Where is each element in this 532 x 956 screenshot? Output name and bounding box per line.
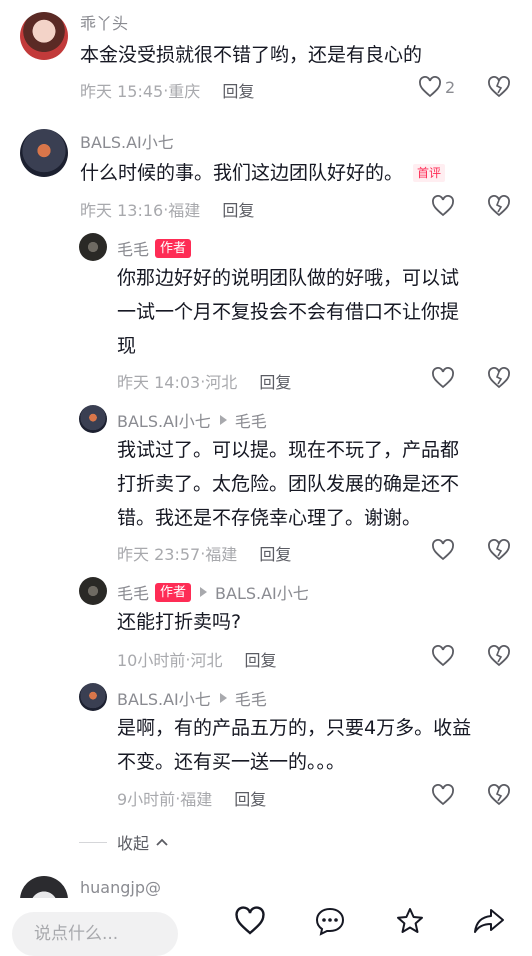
- like-icon[interactable]: [431, 645, 455, 667]
- reply-arrow-icon: [219, 415, 227, 425]
- avatar[interactable]: [79, 683, 107, 711]
- comment-icon[interactable]: [314, 906, 346, 936]
- dislike-icon[interactable]: [487, 367, 511, 389]
- reply-text: 还能打折卖吗?: [117, 605, 241, 639]
- collapse-label: 收起: [117, 834, 150, 853]
- comment-input[interactable]: 说点什么...: [12, 912, 178, 956]
- comment-meta: 昨天 23:57 · 福建 回复: [117, 541, 291, 565]
- reply-arrow-icon: [200, 587, 208, 597]
- comment-time: 昨天 15:45: [80, 82, 164, 101]
- reply-button[interactable]: 回复: [259, 541, 291, 565]
- avatar[interactable]: [20, 12, 68, 60]
- text-line: 不变。还有买一送一的。。。: [117, 751, 346, 773]
- avatar[interactable]: [20, 129, 68, 177]
- dislike-icon[interactable]: [487, 539, 511, 561]
- comment-time: 昨天 13:16: [80, 201, 164, 220]
- dislike-icon[interactable]: [487, 645, 511, 667]
- username[interactable]: BALS.AI小七: [117, 408, 211, 432]
- username[interactable]: BALS.AI小七: [117, 686, 211, 710]
- reply-header: BALS.AI小七 毛毛: [117, 408, 267, 432]
- reply-button[interactable]: 回复: [222, 78, 254, 102]
- star-icon[interactable]: [394, 906, 426, 936]
- reply-text: 你那边好好的说明团队做的好哦，可以试 一试一个月不复投会不会有借口不让你提 现: [117, 261, 459, 363]
- reply-text: 是啊，有的产品五万的，只要4万多。收益 不变。还有买一送一的。。。: [117, 711, 471, 779]
- comment-location: 福建: [180, 790, 213, 809]
- comment-time: 昨天 23:57: [117, 545, 201, 564]
- dislike-icon[interactable]: [487, 784, 511, 806]
- reply-header: BALS.AI小七 毛毛: [117, 686, 267, 710]
- comment-time: 9小时前: [117, 790, 176, 809]
- author-badge: 作者: [155, 238, 192, 258]
- reply-to-username[interactable]: BALS.AI小七: [215, 580, 309, 604]
- text-line: 还能打折卖吗?: [117, 611, 242, 633]
- comment-meta: 9小时前 · 福建 回复: [117, 786, 266, 810]
- divider: [79, 841, 107, 843]
- reply-to-username[interactable]: 毛毛: [235, 408, 267, 432]
- comment-meta: 昨天 14:03 · 河北 回复: [117, 369, 291, 393]
- reply-header: 毛毛 作者 BALS.AI小七: [117, 580, 309, 604]
- avatar[interactable]: [79, 233, 107, 261]
- comment-location: 河北: [190, 651, 223, 670]
- comment-location: 福建: [205, 545, 238, 564]
- username[interactable]: 毛毛: [117, 580, 149, 604]
- first-comment-badge: 首评: [413, 164, 446, 182]
- like-icon[interactable]: [431, 367, 455, 389]
- reply-header: 毛毛 作者: [117, 236, 192, 260]
- like-count: 2: [445, 78, 456, 97]
- text-line: 现: [117, 335, 137, 357]
- author-badge: 作者: [155, 582, 192, 602]
- reply-button[interactable]: 回复: [259, 369, 291, 393]
- like-icon[interactable]: [431, 539, 455, 561]
- comment-meta: 10小时前 · 河北 回复: [117, 647, 277, 671]
- dislike-icon[interactable]: [487, 76, 511, 98]
- comment-text-row: 什么时候的事。我们这边团队好好的。 首评: [80, 156, 446, 190]
- like-icon[interactable]: [418, 76, 442, 98]
- comment-time: 10小时前: [117, 651, 186, 670]
- comment-text: 本金没受损就很不错了哟，还是有良心的: [80, 44, 423, 66]
- text-line: 错。我还是不存侥幸心理了。谢谢。: [117, 507, 422, 529]
- comment-meta: 昨天 15:45 · 重庆 回复: [80, 78, 254, 102]
- share-icon[interactable]: [472, 906, 506, 936]
- comment-location: 重庆: [168, 82, 201, 101]
- like-icon[interactable]: [431, 784, 455, 806]
- comment-location: 福建: [168, 201, 201, 220]
- comment-location: 河北: [205, 373, 238, 392]
- reply-button[interactable]: 回复: [222, 197, 254, 221]
- comment-text: 什么时候的事。我们这边团队好好的。: [80, 162, 404, 184]
- collapse-replies-button[interactable]: 收起: [79, 830, 169, 854]
- text-line: 一试一个月不复投会不会有借口不让你提: [117, 301, 460, 323]
- username[interactable]: huangjp@: [80, 878, 161, 897]
- text-line: 我试过了。可以提。现在不玩了，产品都: [117, 439, 460, 461]
- text-line: 打折卖了。太危险。团队发展的确是还不: [117, 473, 460, 495]
- bottom-bar: 说点什么...: [0, 898, 532, 956]
- text-line: 是啊，有的产品五万的，只要4万多。收益: [117, 717, 472, 739]
- dislike-icon[interactable]: [487, 195, 511, 217]
- heart-icon[interactable]: [234, 906, 266, 936]
- reply-text: 我试过了。可以提。现在不玩了，产品都 打折卖了。太危险。团队发展的确是还不 错。…: [117, 433, 459, 535]
- avatar[interactable]: [79, 405, 107, 433]
- comment-meta: 昨天 13:16 · 福建 回复: [80, 197, 254, 221]
- reply-button[interactable]: 回复: [234, 786, 266, 810]
- reply-arrow-icon: [219, 693, 227, 703]
- text-line: 你那边好好的说明团队做的好哦，可以试: [117, 267, 460, 289]
- reply-to-username[interactable]: 毛毛: [235, 686, 267, 710]
- comment-time: 昨天 14:03: [117, 373, 201, 392]
- avatar[interactable]: [79, 577, 107, 605]
- username[interactable]: 乖丫头: [80, 10, 128, 34]
- reply-button[interactable]: 回复: [244, 647, 276, 671]
- like-icon[interactable]: [431, 195, 455, 217]
- username[interactable]: 毛毛: [117, 236, 149, 260]
- username[interactable]: BALS.AI小七: [80, 129, 174, 153]
- chevron-up-icon: [155, 837, 169, 847]
